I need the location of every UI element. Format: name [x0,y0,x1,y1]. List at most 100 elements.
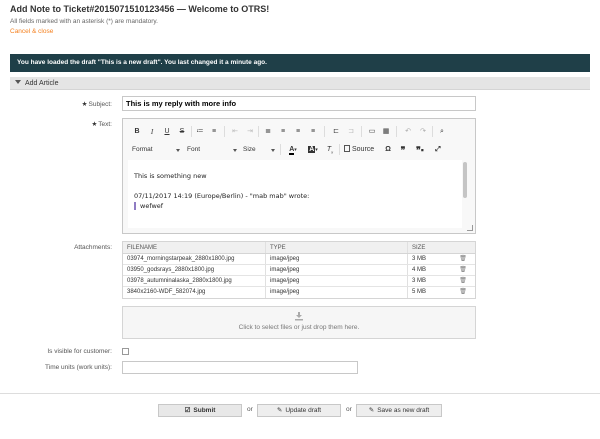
attachment-type: image/jpeg [266,265,408,275]
section-title: Add Article [25,80,59,87]
body-line: This is something new [134,172,207,180]
quote-split-icon[interactable]: ❞▪ [414,144,426,156]
format-dropdown[interactable]: Format [132,144,180,156]
attachment-size: 3 MB [412,278,427,284]
editor-toolbar-row-2: Format Font Size A▾ A▾ Tx Source Ω ❞ ❞▪ … [123,141,475,159]
column-header-filename: FILENAME [123,242,266,253]
trash-icon[interactable]: 🗑 [451,287,475,298]
redo-icon[interactable]: ↷ [418,126,428,138]
background-color-icon[interactable]: A▾ [305,144,321,156]
toolbar-separator [396,126,397,137]
quoted-text: wefwef [134,202,456,210]
table-icon[interactable]: ▦ [381,126,391,138]
remove-format-icon[interactable]: Tx [325,144,335,156]
align-justify-icon[interactable]: ≡ [308,126,318,138]
attachment-filename: 03978_autumninalaska_2880x1800.jpg [123,276,266,286]
chevron-down-icon [271,149,275,152]
find-icon[interactable]: ⌕ [437,126,447,138]
save-new-draft-button[interactable]: ✎ Save as new draft [356,404,442,417]
align-center-icon[interactable]: ≡ [278,126,288,138]
source-label: Source [352,146,375,153]
resize-handle-icon[interactable] [467,225,473,231]
rich-text-editor[interactable]: B I U S ≔ ≡ ⇤ ⇥ ≣ ≡ ≡ ≡ ⊏ ⊐ ▭ ▦ ↶ ↷ ⌕ Fo… [122,118,476,234]
numbered-list-icon[interactable]: ≔ [195,126,205,138]
italic-button[interactable]: I [147,126,157,138]
editor-content[interactable]: This is something new 07/11/2017 14:19 (… [128,160,462,228]
time-units-label: Time units (work units): [45,364,112,371]
toolbar-separator [224,126,225,137]
toolbar-separator [280,144,281,155]
check-square-icon: ☑ [184,407,191,414]
undo-icon[interactable]: ↶ [403,126,413,138]
link-icon[interactable]: ⊏ [331,126,341,138]
underline-button[interactable]: U [162,126,172,138]
trash-icon[interactable]: 🗑 [451,276,475,286]
editor-scrollbar[interactable] [463,162,467,198]
source-button[interactable]: Source [344,144,378,156]
maximize-icon[interactable]: ⤢ [433,144,443,156]
quote-header: 07/11/2017 14:19 (Europe/Berlin) - "mab … [134,192,310,200]
file-dropzone[interactable]: Click to select files or just drop them … [122,306,476,339]
attachments-table: FILENAME TYPE SIZE 03974_morningstarpeak… [122,241,476,299]
attachments-label: Attachments: [74,244,112,251]
attachment-filename: 3840x2160-WDF_582074.jpg [123,287,266,298]
table-row: 3840x2160-WDF_582074.jpg image/jpeg 5 MB… [123,287,475,298]
mandatory-star-icon: ★ [81,101,88,108]
column-header-size: SIZE [412,245,426,251]
attachment-filename: 03950_godsrays_2880x1800.jpg [123,265,266,275]
visible-for-customer-checkbox[interactable] [122,348,129,355]
mandatory-note: All fields marked with an asterisk (*) a… [10,18,158,25]
align-left-icon[interactable]: ≣ [263,126,273,138]
attachment-type: image/jpeg [266,287,408,298]
toolbar-separator [324,126,325,137]
toolbar-separator [339,144,340,155]
mandatory-star-icon: ★ [91,121,98,128]
draft-notification: You have loaded the draft "This is a new… [10,54,590,72]
image-icon[interactable]: ▭ [367,126,377,138]
unlink-icon[interactable]: ⊐ [346,126,356,138]
chevron-down-icon: ▾ [294,147,297,153]
attachment-size: 5 MB [412,289,427,295]
page-title: Add Note to Ticket#2015071510123456 — We… [10,4,270,14]
text-color-icon[interactable]: A▾ [285,144,301,156]
section-add-article[interactable]: Add Article [10,77,590,90]
attachment-filename: 03974_morningstarpeak_2880x1800.jpg [123,254,266,264]
time-units-input[interactable] [122,361,358,374]
editor-toolbar-row-1: B I U S ≔ ≡ ⇤ ⇥ ≣ ≡ ≡ ≡ ⊏ ⊐ ▭ ▦ ↶ ↷ ⌕ [123,123,475,141]
column-header-actions [451,242,475,253]
align-right-icon[interactable]: ≡ [293,126,303,138]
trash-icon[interactable]: 🗑 [451,254,475,264]
cancel-close-link[interactable]: Cancel & close [10,28,53,35]
form-footer: ☑ Submit or ✎ Update draft or ✎ Save as new… [0,393,600,439]
text-label: ★Text: [2,120,112,128]
format-label: Format [132,146,153,153]
subject-input[interactable]: This is my reply with more info [122,96,476,111]
chevron-down-icon: ▾ [315,147,318,153]
submit-button[interactable]: ☑ Submit [158,404,242,417]
text-label-text: Text: [98,121,112,128]
attachment-type: image/jpeg [266,276,408,286]
special-char-icon[interactable]: Ω [383,144,393,156]
table-row: 03974_morningstarpeak_2880x1800.jpg imag… [123,254,475,265]
subject-label: ★Subject: [2,100,112,108]
visible-for-customer-label: Is visible for customer: [47,348,112,355]
indent-icon[interactable]: ⇥ [245,126,255,138]
bold-button[interactable]: B [132,126,142,138]
collapse-triangle-icon [15,80,21,84]
table-header: FILENAME TYPE SIZE [123,242,475,254]
edit-icon: ✎ [276,407,283,414]
edit-icon: ✎ [368,407,375,414]
attachment-type: image/jpeg [266,254,408,264]
trash-icon[interactable]: 🗑 [451,265,475,275]
strikethrough-button[interactable]: S [177,126,187,138]
font-dropdown[interactable]: Font [187,144,237,156]
outdent-icon[interactable]: ⇤ [230,126,240,138]
save-new-draft-label: Save as new draft [377,407,430,414]
chevron-down-icon [176,149,180,152]
source-icon [344,145,350,152]
update-draft-button[interactable]: ✎ Update draft [257,404,341,417]
bulleted-list-icon[interactable]: ≡ [209,126,219,138]
blockquote-icon[interactable]: ❞ [398,144,408,156]
size-dropdown[interactable]: Size [243,144,275,156]
or-text: or [346,406,352,413]
